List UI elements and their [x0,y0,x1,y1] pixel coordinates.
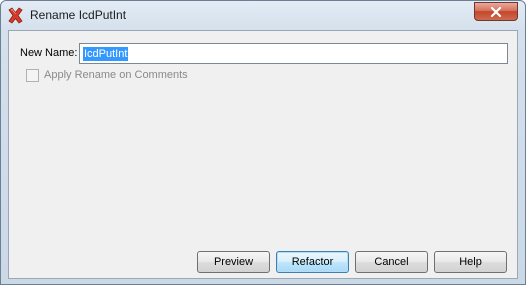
cancel-button[interactable]: Cancel [355,251,428,273]
red-x-icon [7,7,24,24]
close-icon [490,6,502,17]
preview-button[interactable]: Preview [197,251,270,273]
rename-dialog-window: Rename IcdPutInt New Name: IcdPutInt App… [0,0,526,285]
apply-rename-on-comments-checkbox [26,68,39,82]
apply-rename-on-comments-option: Apply Rename on Comments [26,67,188,83]
close-button[interactable] [474,2,518,21]
apply-rename-on-comments-label: Apply Rename on Comments [44,69,188,81]
help-button[interactable]: Help [434,251,507,273]
window-title: Rename IcdPutInt [30,8,127,22]
title-bar[interactable]: Rename IcdPutInt [1,1,525,30]
new-name-input[interactable]: IcdPutInt [79,43,508,64]
dialog-content: New Name: IcdPutInt Apply Rename on Comm… [8,30,518,279]
new-name-label: New Name: [20,47,78,59]
selected-text: IcdPutInt [83,47,129,61]
refactor-button[interactable]: Refactor [276,251,349,273]
